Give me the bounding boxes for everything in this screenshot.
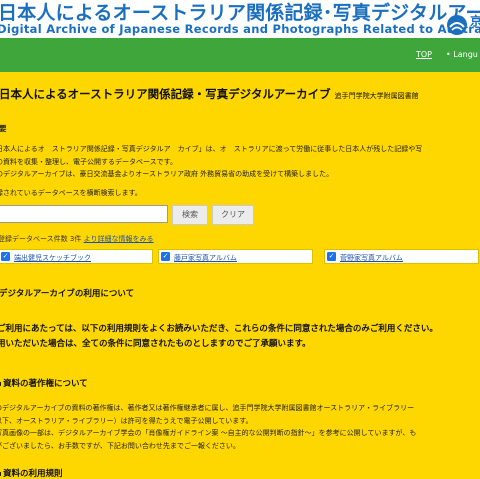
search-button[interactable]: 検索 xyxy=(172,205,208,225)
overview-line: の資料を収集・整理し、電子公開するデータベースです。 xyxy=(0,158,177,166)
clear-button[interactable]: クリア xyxy=(212,205,254,225)
overview-line: 日本人によるオ ストラリア関係記録・写真デジタルア カイブ」は、オ ストラリアに… xyxy=(0,145,423,153)
page-title-text: 日本人によるオーストラリア関係記録・写真デジタルアーカイブ xyxy=(0,87,331,101)
bullet-icon xyxy=(0,381,1,386)
search-hint: 録されているデータベースを横断検索します。 xyxy=(0,189,142,197)
checkbox-checked-icon[interactable]: ✓ xyxy=(327,252,336,261)
logo-text: 京 xyxy=(470,14,480,28)
banner-subtitle: Digital Archive of Japanese Records and … xyxy=(0,22,480,36)
copyright-line: 写真画像の一部は、デジタルアーカイブ学会の「肖像権ガイドライン案 〜自主的な公開… xyxy=(0,429,417,437)
database-option[interactable]: ✓ 藤戸家写真アルバム xyxy=(158,249,313,264)
database-option[interactable]: ✓ 端出健児スケッチブック xyxy=(0,249,153,264)
page-title: 日本人によるオーストラリア関係記録・写真デジタルアーカイブ 追手門学院大学附属図書… xyxy=(0,86,419,102)
bullet-icon xyxy=(0,471,1,476)
overview-heading: 要 xyxy=(0,124,7,133)
checkbox-checked-icon[interactable]: ✓ xyxy=(1,252,10,261)
search-input[interactable] xyxy=(0,205,168,223)
database-link[interactable]: 端出健児スケッチブック xyxy=(14,253,91,263)
copyright-line: 以下、オーストラリア・ライブラリー）は許可を得たうえで電子公開しています。 xyxy=(0,417,253,425)
records-info: 登録データベース件数 3件 より詳細な情報をみる xyxy=(0,234,153,244)
usage-heading: デジタルアーカイブの利用について xyxy=(0,289,135,299)
database-link[interactable]: 菅野家写真アルバム xyxy=(340,253,403,263)
page-title-publisher: 追手門学院大学附属図書館 xyxy=(334,92,419,100)
database-link[interactable]: 藤戸家写真アルバム xyxy=(174,253,237,263)
terms-notice: ご利用にあたっては、以下の利用規則をよくお読みいただき、これらの条件に同意された… xyxy=(0,324,438,334)
details-link[interactable]: より詳細な情報をみる xyxy=(84,235,154,243)
header-banner: 日本人によるオーストラリア関係記録･写真デジタルアーカイブ Digital Ar… xyxy=(0,0,480,38)
university-logo-icon xyxy=(447,15,467,35)
terms-notice: 用いただいた場合は、全ての条件に同意されたものとしますのでご了承願います。 xyxy=(0,339,311,349)
checkbox-checked-icon[interactable]: ✓ xyxy=(161,252,170,261)
database-option[interactable]: ✓ 菅野家写真アルバム xyxy=(324,249,479,264)
copyright-heading: 資料の著作権について xyxy=(0,377,88,389)
copyright-line: のデジタルアーカイブの資料の著作権は、著作者又は著作権継承者に属し、追手門学院大… xyxy=(0,404,415,412)
rules-heading: 資料の利用規則 xyxy=(0,467,63,479)
nav-bar: TOP • Langu xyxy=(0,38,480,72)
nav-top-link[interactable]: TOP xyxy=(416,50,432,59)
copyright-line: がございましたら、お手数ですが、下記お問い合わせ先までご一報ください。 xyxy=(0,442,240,450)
nav-language-link[interactable]: • Langu xyxy=(446,50,478,59)
records-count-text: 登録データベース件数 3件 xyxy=(0,235,82,243)
rules-heading-text: 資料の利用規則 xyxy=(3,469,63,479)
overview-line: のデジタルアーカイブは、豪日交流基金よりオーストラリア政府 外務貿易省の助成を受… xyxy=(0,170,334,178)
copyright-heading-text: 資料の著作権について xyxy=(3,379,88,389)
